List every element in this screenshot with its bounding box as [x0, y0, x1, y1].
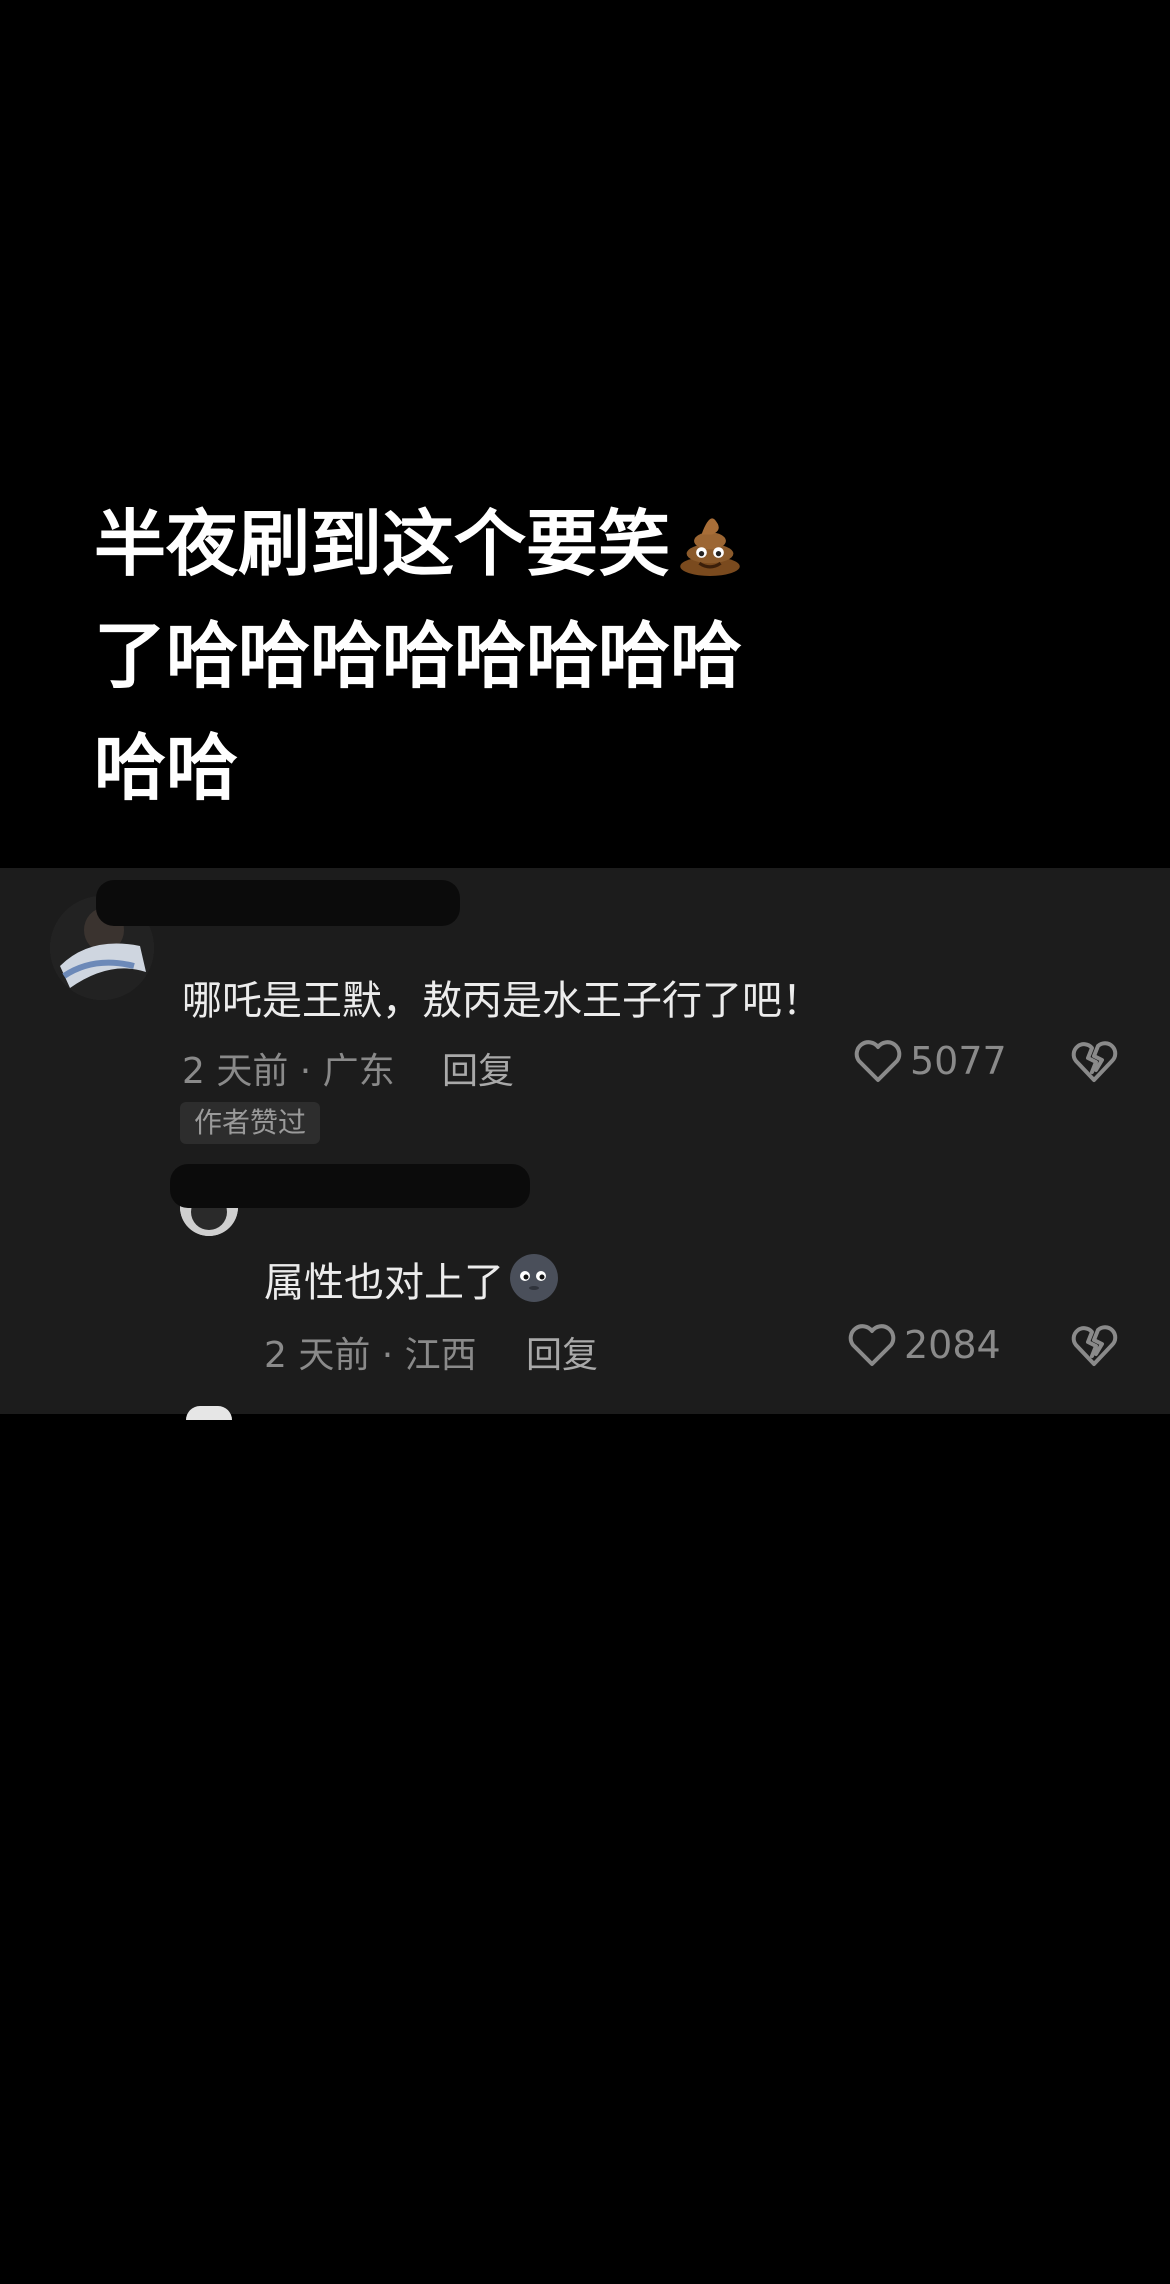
post-caption: 半夜刷到这个要笑 了哈哈哈哈哈哈哈哈 哈哈	[94, 488, 814, 824]
broken-heart-icon[interactable]	[1070, 1038, 1118, 1084]
caption-line-3: 哈哈	[94, 726, 239, 810]
like-button[interactable]: 5077	[852, 1038, 1007, 1084]
comment-time-location: 2 天前 · 广东	[182, 1051, 395, 1092]
like-count: 5077	[910, 1039, 1007, 1083]
comment-time-location: 2 天前 · 江西	[264, 1335, 477, 1376]
heart-icon	[854, 1040, 902, 1082]
next-avatar-partial	[186, 1406, 232, 1420]
author-liked-badge: 作者赞过	[180, 1102, 321, 1144]
heart-icon	[848, 1324, 896, 1366]
moon-face-emoji-icon	[510, 1254, 558, 1302]
comment-text: 哪吒是王默，敖丙是水王子行了吧！	[182, 978, 822, 1024]
poop-emoji-icon	[680, 518, 740, 576]
like-count: 2084	[904, 1323, 1001, 1367]
reply-button[interactable]: 回复	[442, 1042, 514, 1094]
caption-line-1: 半夜刷到这个要笑	[94, 488, 814, 600]
redacted-username	[170, 1164, 530, 1208]
caption-line-2: 了哈哈哈哈哈哈哈哈	[94, 614, 743, 698]
reply-button[interactable]: 回复	[526, 1326, 598, 1378]
comment-panel: 哪吒是王默，敖丙是水王子行了吧！ 2 天前 · 广东 回复 5077 作者赞过 …	[0, 868, 1170, 1420]
comment-text: 属性也对上了	[264, 1250, 560, 1308]
redacted-username	[96, 880, 460, 926]
broken-heart-icon[interactable]	[1070, 1322, 1118, 1368]
like-button[interactable]: 2084	[846, 1322, 1001, 1368]
comment-text-content: 属性也对上了	[264, 1260, 504, 1306]
